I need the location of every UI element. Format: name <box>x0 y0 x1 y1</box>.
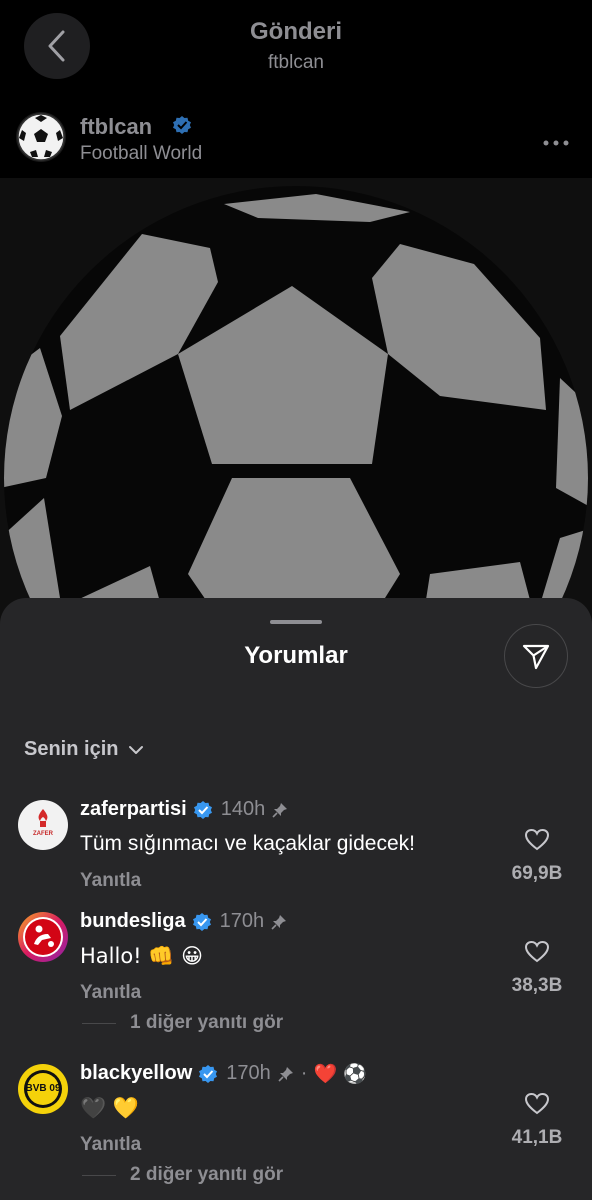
bundesliga-logo-icon <box>23 917 63 957</box>
bvb-logo-icon: BVB 09 <box>24 1070 62 1108</box>
soccer-ball-icon <box>17 113 65 161</box>
soccer-ball-image <box>4 186 588 638</box>
comment-text: 🖤 💛 <box>80 1096 139 1120</box>
page-subtitle: ftblcan <box>268 52 324 73</box>
svg-text:ZAFER: ZAFER <box>33 831 54 837</box>
filter-label: Senin için <box>24 738 119 760</box>
comment-time: 140h <box>220 798 266 820</box>
verified-badge-icon <box>192 912 211 931</box>
comment-avatar[interactable]: ZAFER <box>18 800 68 850</box>
comments-sheet: Yorumlar Senin için ZAFER zaferpartisi 1… <box>0 598 592 1200</box>
comment-username[interactable]: zaferpartisi <box>80 798 187 821</box>
comment-filter-dropdown[interactable]: Senin için <box>24 738 144 761</box>
separator-dot: · <box>300 1062 308 1084</box>
post-image[interactable] <box>0 178 592 638</box>
comment-username[interactable]: bundesliga <box>80 910 186 933</box>
verified-badge-icon <box>199 1064 218 1083</box>
top-bar: Gönderi ftblcan <box>0 0 592 100</box>
like-count: 69,9B <box>511 863 563 884</box>
verified-badge-icon <box>172 115 192 140</box>
page-title: Gönderi <box>249 18 342 45</box>
post-author-row: ftblcan Football World <box>0 100 592 178</box>
more-options-icon[interactable] <box>542 134 570 152</box>
heart-icon <box>524 828 550 851</box>
pin-icon <box>271 914 287 930</box>
zafer-logo-icon: ZAFER <box>33 809 54 837</box>
comment-avatar[interactable] <box>18 912 68 962</box>
comment-time: 170h <box>219 910 265 932</box>
like-count: 38,3B <box>511 975 563 996</box>
like-button[interactable]: 69,9B <box>502 828 572 885</box>
author-avatar[interactable] <box>16 112 66 162</box>
pin-icon <box>278 1066 293 1082</box>
liked-by-creator-badge: ❤️ ⚽ <box>313 1063 367 1085</box>
like-button[interactable]: 38,3B <box>502 940 572 997</box>
verified-badge-icon <box>193 800 212 819</box>
comment-text: Tüm sığınmacı ve kaçaklar gidecek! <box>80 832 415 855</box>
view-more-replies-label: 1 diğer yanıtı gör <box>130 1012 284 1033</box>
view-more-replies-label: 2 diğer yanıtı gör <box>130 1164 284 1185</box>
like-count: 41,1B <box>511 1127 563 1148</box>
view-more-replies-button[interactable]: 1 diğer yanıtı gör <box>82 1012 283 1034</box>
heart-icon <box>524 1092 550 1115</box>
view-more-replies-button[interactable]: 2 diğer yanıtı gör <box>82 1164 283 1186</box>
send-icon <box>522 644 550 670</box>
sheet-drag-handle[interactable] <box>270 620 322 624</box>
svg-text:BVB 09: BVB 09 <box>25 1083 60 1094</box>
like-button[interactable]: 41,1B <box>502 1092 572 1149</box>
comment-avatar[interactable]: BVB 09 <box>18 1064 68 1114</box>
author-name[interactable]: ftblcan <box>80 114 152 140</box>
chevron-down-icon <box>129 745 144 754</box>
reply-button[interactable]: Yanıtla <box>80 982 141 1004</box>
author-subtitle: Football World <box>80 143 203 164</box>
heart-icon <box>524 940 550 963</box>
pin-icon <box>272 802 288 818</box>
comment-username[interactable]: blackyellow <box>80 1062 192 1085</box>
comment-text: Hallo! 👊 😀 <box>80 944 203 968</box>
share-button[interactable] <box>504 624 568 688</box>
reply-button[interactable]: Yanıtla <box>80 870 141 892</box>
reply-button[interactable]: Yanıtla <box>80 1134 141 1156</box>
reply-divider <box>82 1174 116 1176</box>
comment-time: 170h <box>226 1062 271 1084</box>
reply-divider <box>82 1022 116 1024</box>
